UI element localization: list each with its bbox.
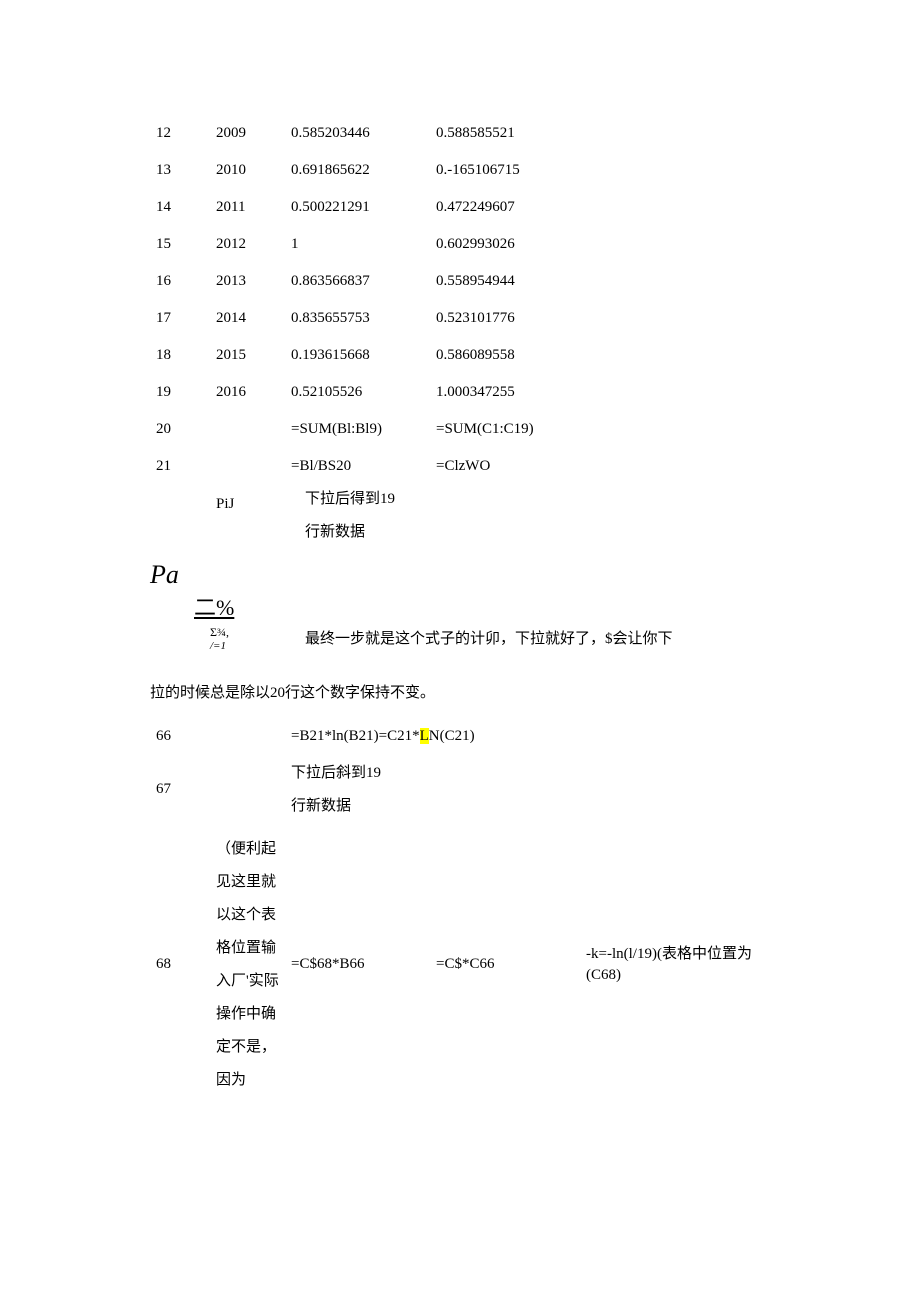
formula-text: =Bl/BS20: [291, 456, 424, 477]
table-row: 13 2010 0.691865622 0.-165106715: [150, 152, 770, 189]
e-content: -k=-ln(l/19)(表格中位置为(C68): [586, 946, 752, 983]
paragraph: 拉的时候总是除以20行这个数字保持不变。: [150, 683, 770, 704]
cell-b: 2016: [210, 374, 285, 411]
cell-b: 2014: [210, 300, 285, 337]
cell-d: 0.-165106715: [430, 152, 580, 189]
sigma-top: Σ¾,: [210, 625, 229, 639]
table-row: 12 2009 0.585203446 0.588585521: [150, 115, 770, 152]
table-row: 15 2012 1 0.602993026: [150, 226, 770, 263]
data-table: 12 2009 0.585203446 0.588585521 13 2010 …: [150, 115, 770, 551]
cell-c: 0.585203446: [285, 115, 430, 152]
cell-c: 0.52105526: [285, 374, 430, 411]
note-text: 行新数据: [291, 522, 424, 543]
cell-c: 0.193615668: [285, 337, 430, 374]
cell-b: 2013: [210, 263, 285, 300]
formula-block: Pa 二% Σ¾, /=1 最终一步就是这个式子的计卯，下拉就好了，$会让你下: [150, 557, 770, 653]
cell-d: 0.602993026: [430, 226, 580, 263]
cell-note: 下拉后斜到19 行新数据: [285, 755, 430, 825]
table-row: 16 2013 0.863566837 0.558954944: [150, 263, 770, 300]
cell-c: 0.691865622: [285, 152, 430, 189]
cell-d: =C$*C66: [430, 825, 580, 1105]
table-row: 14 2011 0.500221291 0.472249607: [150, 189, 770, 226]
cell-a: 21: [150, 448, 210, 551]
cell-a: 20: [150, 411, 210, 448]
cell-d: 0.523101776: [430, 300, 580, 337]
cell-c: =C$68*B66: [285, 825, 430, 1105]
cell-b: 2010: [210, 152, 285, 189]
cell-a: 66: [150, 718, 210, 755]
cell-a: 15: [150, 226, 210, 263]
quote-content: （便利起见这里就以这个表格位置输入厂'实际操作中确定不是，因为: [216, 841, 279, 1088]
table-body: 12 2009 0.585203446 0.588585521 13 2010 …: [150, 115, 770, 551]
cell-c: 0.835655753: [285, 300, 430, 337]
note-line: 行新数据: [291, 796, 424, 817]
table-row: 68 （便利起见这里就以这个表格位置输入厂'实际操作中确定不是，因为 =C$68…: [150, 825, 770, 1105]
cell-d: 0.586089558: [430, 337, 580, 374]
er-percent: 二%: [194, 593, 770, 624]
cell-b: PiJ: [210, 448, 285, 551]
cell-a: 18: [150, 337, 210, 374]
sigma-line: Σ¾, /=1 最终一步就是这个式子的计卯，下拉就好了，$会让你下: [150, 626, 770, 652]
table-row: 20 =SUM(Bl:Bl9) =SUM(C1:C19): [150, 411, 770, 448]
cell-c: =Bl/BS20 下拉后得到19 行新数据: [285, 448, 430, 551]
table-row: 67 下拉后斜到19 行新数据: [150, 755, 770, 825]
pa-symbol: Pa: [150, 557, 770, 593]
page: 12 2009 0.585203446 0.588585521 13 2010 …: [0, 0, 920, 1185]
sigma-notation: Σ¾, /=1: [210, 626, 305, 652]
cell-a: 13: [150, 152, 210, 189]
cell-d: 0.472249607: [430, 189, 580, 226]
formula-post: N(C21): [429, 728, 475, 744]
cell-b: 2011: [210, 189, 285, 226]
cell-a: 67: [150, 755, 210, 825]
cell-d: =SUM(C1:C19): [430, 411, 580, 448]
cell-d: 0.588585521: [430, 115, 580, 152]
note-line: 下拉后斜到19: [291, 763, 424, 784]
sigma-sub: /=1: [210, 640, 226, 652]
cell-c: =SUM(Bl:Bl9): [285, 411, 430, 448]
cell-a: 68: [150, 825, 210, 1105]
cell-formula: =B21*ln(B21)=C21*LN(C21): [285, 718, 580, 755]
cell-b: 2009: [210, 115, 285, 152]
table-row: 19 2016 0.52105526 1.000347255: [150, 374, 770, 411]
cell-c: 1: [285, 226, 430, 263]
cell-a: 12: [150, 115, 210, 152]
table-row: 21 PiJ =Bl/BS20 下拉后得到19 行新数据 =ClzWO: [150, 448, 770, 551]
sigma-text: 最终一步就是这个式子的计卯，下拉就好了，$会让你下: [305, 629, 673, 650]
cell-c: 0.863566837: [285, 263, 430, 300]
cell-b: [210, 411, 285, 448]
formula-highlight: L: [420, 728, 429, 744]
table-row: 18 2015 0.193615668 0.586089558: [150, 337, 770, 374]
table-row: 17 2014 0.835655753 0.523101776: [150, 300, 770, 337]
cell-b: （便利起见这里就以这个表格位置输入厂'实际操作中确定不是，因为: [210, 825, 285, 1105]
er-percent-text: 二%: [194, 595, 234, 620]
cell-a: 14: [150, 189, 210, 226]
table-body-lower: 66 =B21*ln(B21)=C21*LN(C21) 67 下拉后斜到19 行…: [150, 718, 770, 1105]
cell-a: 16: [150, 263, 210, 300]
cell-a: 17: [150, 300, 210, 337]
cell-a: 19: [150, 374, 210, 411]
cell-d: =ClzWO: [430, 448, 580, 551]
cell-b: 2015: [210, 337, 285, 374]
formula-pre: =B21*ln(B21)=C21*: [291, 728, 420, 744]
table-row: 66 =B21*ln(B21)=C21*LN(C21): [150, 718, 770, 755]
cell-b: 2012: [210, 226, 285, 263]
cell-e: -k=-ln(l/19)(表格中位置为(C68): [580, 825, 770, 1105]
note-text: 下拉后得到19: [291, 489, 424, 510]
cell-d: 0.558954944: [430, 263, 580, 300]
cell-d: 1.000347255: [430, 374, 580, 411]
data-table-lower: 66 =B21*ln(B21)=C21*LN(C21) 67 下拉后斜到19 行…: [150, 718, 770, 1105]
cell-c: 0.500221291: [285, 189, 430, 226]
